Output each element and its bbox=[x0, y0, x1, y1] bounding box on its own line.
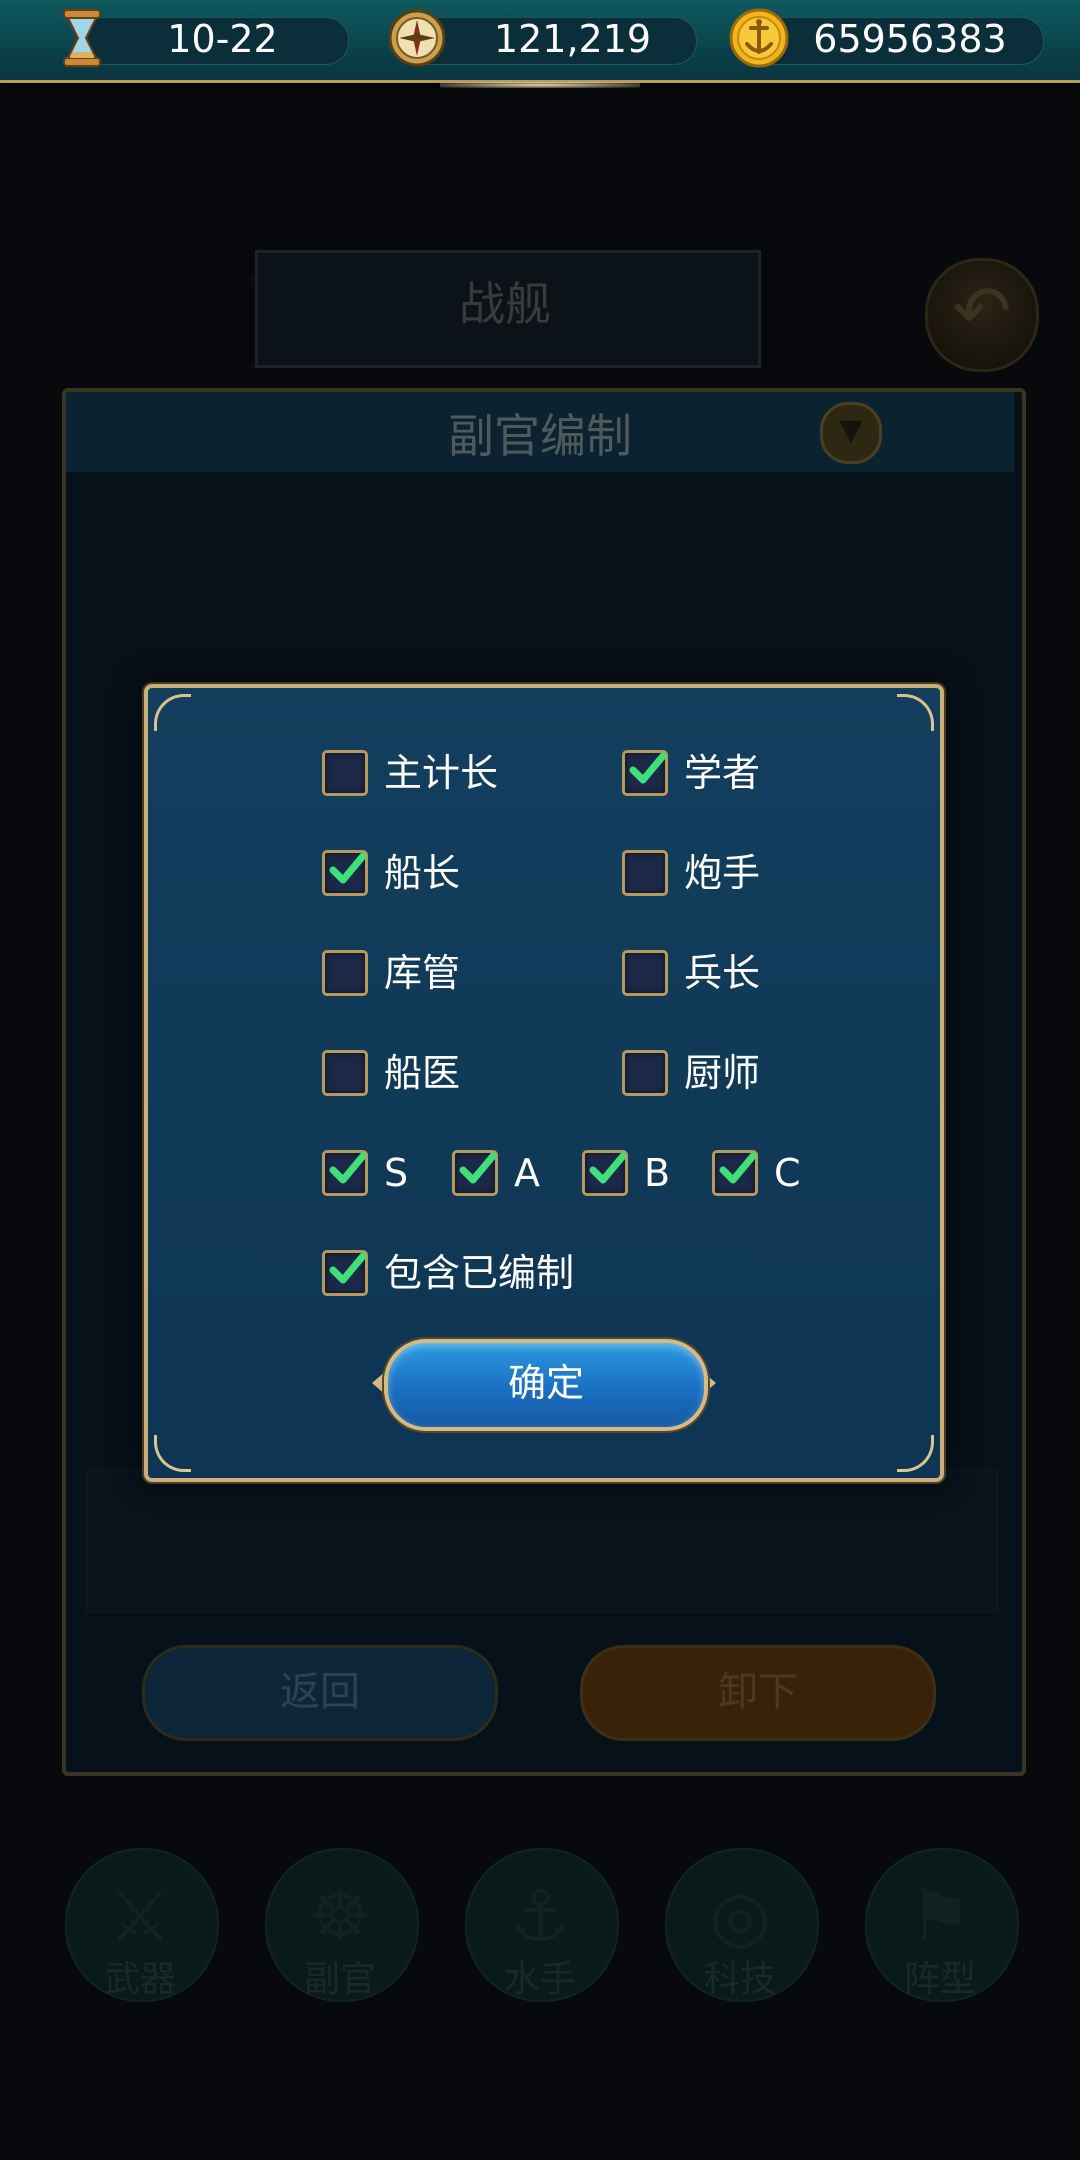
flag-icon: ⚑ bbox=[908, 1875, 972, 1957]
filter-modal: 主计长 学者 船长 炮手 库管 兵长 船医 厨师 S A B C 包含已编制 确… bbox=[144, 684, 944, 1482]
compass-tech-icon: ◎ bbox=[709, 1875, 771, 1957]
corner-ornament bbox=[897, 1435, 934, 1472]
return-button[interactable]: ↶ bbox=[925, 258, 1039, 372]
checkmark-icon bbox=[719, 1152, 757, 1184]
checkbox-box bbox=[622, 1050, 668, 1096]
nav-weapons-label: 武器 bbox=[103, 1959, 176, 2000]
sword-icon: ⚔ bbox=[108, 1875, 172, 1957]
time-value: 10-22 bbox=[167, 17, 278, 61]
checkbox-box bbox=[322, 950, 368, 996]
checkbox-box bbox=[622, 850, 668, 896]
topbar-glow bbox=[440, 82, 640, 88]
return-arrow-icon: ↶ bbox=[952, 270, 1012, 352]
corner-ornament bbox=[154, 1435, 191, 1472]
grade-label: B bbox=[644, 1151, 671, 1195]
role-label: 兵长 bbox=[684, 951, 761, 995]
gold-value: 65956383 bbox=[813, 17, 1007, 61]
hourglass-icon bbox=[63, 9, 101, 67]
role-label: 炮手 bbox=[684, 851, 761, 895]
nav-formation-label: 阵型 bbox=[903, 1959, 976, 2000]
role-label: 主计长 bbox=[384, 751, 499, 795]
hook-icon: ⚓ bbox=[508, 1875, 572, 1957]
resource-bar: 10-22 121,219 65956383 bbox=[0, 0, 1080, 83]
back-button[interactable]: 返回 bbox=[142, 1645, 498, 1741]
officer-list bbox=[86, 1470, 998, 1612]
nav-tech-label: 科技 bbox=[703, 1959, 776, 2000]
unload-button[interactable]: 卸下 bbox=[580, 1645, 936, 1741]
checkmark-icon bbox=[459, 1152, 497, 1184]
checkmark-icon bbox=[329, 852, 367, 884]
gold-coin-icon bbox=[729, 8, 789, 68]
nav-sailors-label: 水手 bbox=[503, 1959, 576, 2000]
grade-label: C bbox=[774, 1151, 801, 1195]
role-label: 库管 bbox=[384, 951, 461, 995]
checkbox-box bbox=[322, 1050, 368, 1096]
grade-label: A bbox=[514, 1151, 540, 1195]
checkmark-icon bbox=[329, 1152, 367, 1184]
grade-label: S bbox=[384, 1151, 409, 1195]
filter-funnel-icon: ▼ bbox=[839, 413, 863, 448]
checkmark-icon bbox=[629, 752, 667, 784]
checkbox-box bbox=[622, 950, 668, 996]
checkmark-icon bbox=[329, 1252, 367, 1284]
role-label: 船长 bbox=[384, 851, 461, 895]
role-label: 学者 bbox=[684, 751, 761, 795]
ship-wheel-icon: ☸ bbox=[308, 1875, 372, 1957]
compass-value: 121,219 bbox=[493, 17, 652, 61]
checkbox-box bbox=[322, 750, 368, 796]
banner-title: 战舰 bbox=[459, 277, 551, 331]
filter-button[interactable]: ▼ bbox=[820, 402, 882, 464]
corner-ornament bbox=[154, 694, 191, 731]
confirm-button-frame: 确定 bbox=[372, 1333, 716, 1433]
role-label: 厨师 bbox=[684, 1051, 761, 1095]
role-label: 船医 bbox=[384, 1051, 461, 1095]
corner-ornament bbox=[897, 694, 934, 731]
nav-officers-label: 副官 bbox=[303, 1959, 376, 2000]
include-assigned-label: 包含已编制 bbox=[384, 1251, 575, 1295]
checkmark-icon bbox=[589, 1152, 627, 1184]
compass-icon bbox=[388, 9, 446, 67]
confirm-button[interactable]: 确定 bbox=[384, 1339, 708, 1431]
